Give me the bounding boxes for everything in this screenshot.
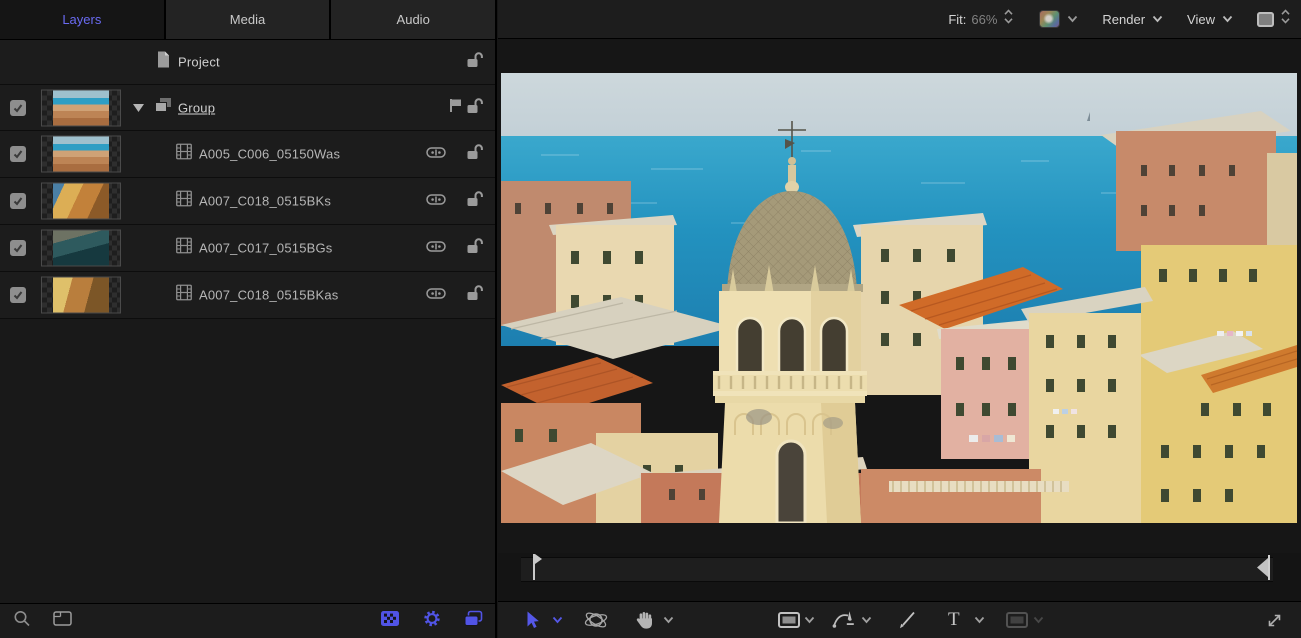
color-channel-swatch[interactable] [1039,10,1060,28]
link-icon[interactable] [426,286,446,304]
layers-stack-icon[interactable] [464,611,483,632]
fit-label: Fit: [948,12,966,27]
rectangle-tool-chevron-icon[interactable] [804,602,815,638]
pan-tool-chevron-icon[interactable] [663,602,674,638]
unlock-icon[interactable] [466,237,483,259]
transparency-checkerboard-icon[interactable] [381,611,399,631]
motion-window: Layers Media Audio Project [0,0,1301,638]
shape-tool-disabled-icon [1006,602,1028,638]
layer-checkbox[interactable] [10,240,26,256]
canvas-pane: Fit: 66% Render View [498,0,1301,638]
unlock-icon[interactable] [466,190,483,212]
tab-media[interactable]: Media [166,0,332,39]
layer-name: A005_C006_05150Was [199,147,340,162]
document-icon [156,52,170,73]
filmstrip-icon [176,238,192,259]
bezier-tool-icon[interactable] [832,602,858,638]
shape-tool-chevron-disabled-icon [1033,602,1044,638]
layer-row[interactable]: A007_C018_0515BKas [0,272,495,319]
canvas-image [501,73,1297,523]
group-row[interactable]: Group [0,85,495,131]
zoom-value[interactable]: 66% [971,12,997,27]
chevron-down-icon[interactable] [1222,10,1233,28]
sidebar-footer [0,603,495,638]
display-stepper-icon[interactable] [1281,9,1290,29]
link-icon[interactable] [426,239,446,257]
chevron-down-icon[interactable] [1152,10,1163,28]
unlock-icon[interactable] [466,97,483,119]
paint-stroke-tool-icon[interactable] [898,602,916,638]
layer-name: A007_C018_0515BKas [199,288,339,303]
filmstrip-icon [176,191,192,212]
thumbnail-display-icon[interactable] [53,611,72,631]
disclosure-triangle-icon[interactable] [133,99,144,117]
group-icon [155,98,172,118]
layer-list: Project Group [0,40,495,319]
playhead-marker[interactable] [532,553,544,581]
canvas-toolbar: Fit: 66% Render View [498,0,1301,39]
layer-row[interactable]: A007_C017_0515BGs [0,225,495,272]
layer-thumbnail[interactable] [41,230,121,267]
layer-checkbox[interactable] [10,193,26,209]
group-checkbox[interactable] [10,100,26,116]
layer-thumbnail[interactable] [41,277,121,314]
layer-thumbnail[interactable] [41,136,121,173]
zoom-stepper-icon[interactable] [1004,9,1013,29]
tab-layers[interactable]: Layers [0,0,166,39]
gear-icon[interactable] [423,610,441,633]
link-icon[interactable] [426,145,446,163]
pan-tool-icon[interactable] [635,602,655,638]
panel-tabs: Layers Media Audio [0,0,495,40]
group-label: Group [178,100,215,115]
mini-timeline[interactable] [498,553,1301,601]
timeline-end-marker[interactable] [1256,555,1271,580]
layers-panel: Layers Media Audio Project [0,0,497,638]
canvas-viewport[interactable] [498,39,1301,553]
unlock-icon[interactable] [466,143,483,165]
text-tool-icon[interactable]: T [948,602,960,638]
link-icon[interactable] [426,192,446,210]
display-option-swatch[interactable] [1257,12,1274,27]
unlock-icon[interactable] [466,284,483,306]
layer-name: A007_C017_0515BGs [199,241,333,256]
chevron-down-icon[interactable] [1067,10,1078,28]
project-label: Project [178,55,220,70]
layer-row[interactable]: A005_C006_05150Was [0,131,495,178]
layer-checkbox[interactable] [10,146,26,162]
filmstrip-icon [176,144,192,165]
bezier-tool-chevron-icon[interactable] [861,602,872,638]
project-row[interactable]: Project [0,40,495,85]
view-menu[interactable]: View [1187,12,1215,27]
timeline-track[interactable] [521,557,1273,582]
layer-thumbnail[interactable] [41,183,121,220]
expand-resize-icon[interactable] [1266,602,1283,638]
layer-checkbox[interactable] [10,287,26,303]
text-tool-chevron-icon[interactable] [974,602,985,638]
unlock-icon[interactable] [466,51,483,73]
group-thumbnail[interactable] [41,89,121,126]
canvas-tools-bar: T [498,601,1301,638]
transform-3d-tool-icon[interactable] [584,602,608,638]
select-tool-chevron-icon[interactable] [552,602,563,638]
layer-row[interactable]: A007_C018_0515BKs [0,178,495,225]
search-icon[interactable] [13,610,31,633]
flag-icon[interactable] [448,98,462,118]
select-tool-icon[interactable] [526,602,540,638]
layer-name: A007_C018_0515BKs [199,194,331,209]
render-menu[interactable]: Render [1102,12,1145,27]
rectangle-tool-icon[interactable] [778,602,800,638]
tab-audio[interactable]: Audio [331,0,495,39]
filmstrip-icon [176,285,192,306]
